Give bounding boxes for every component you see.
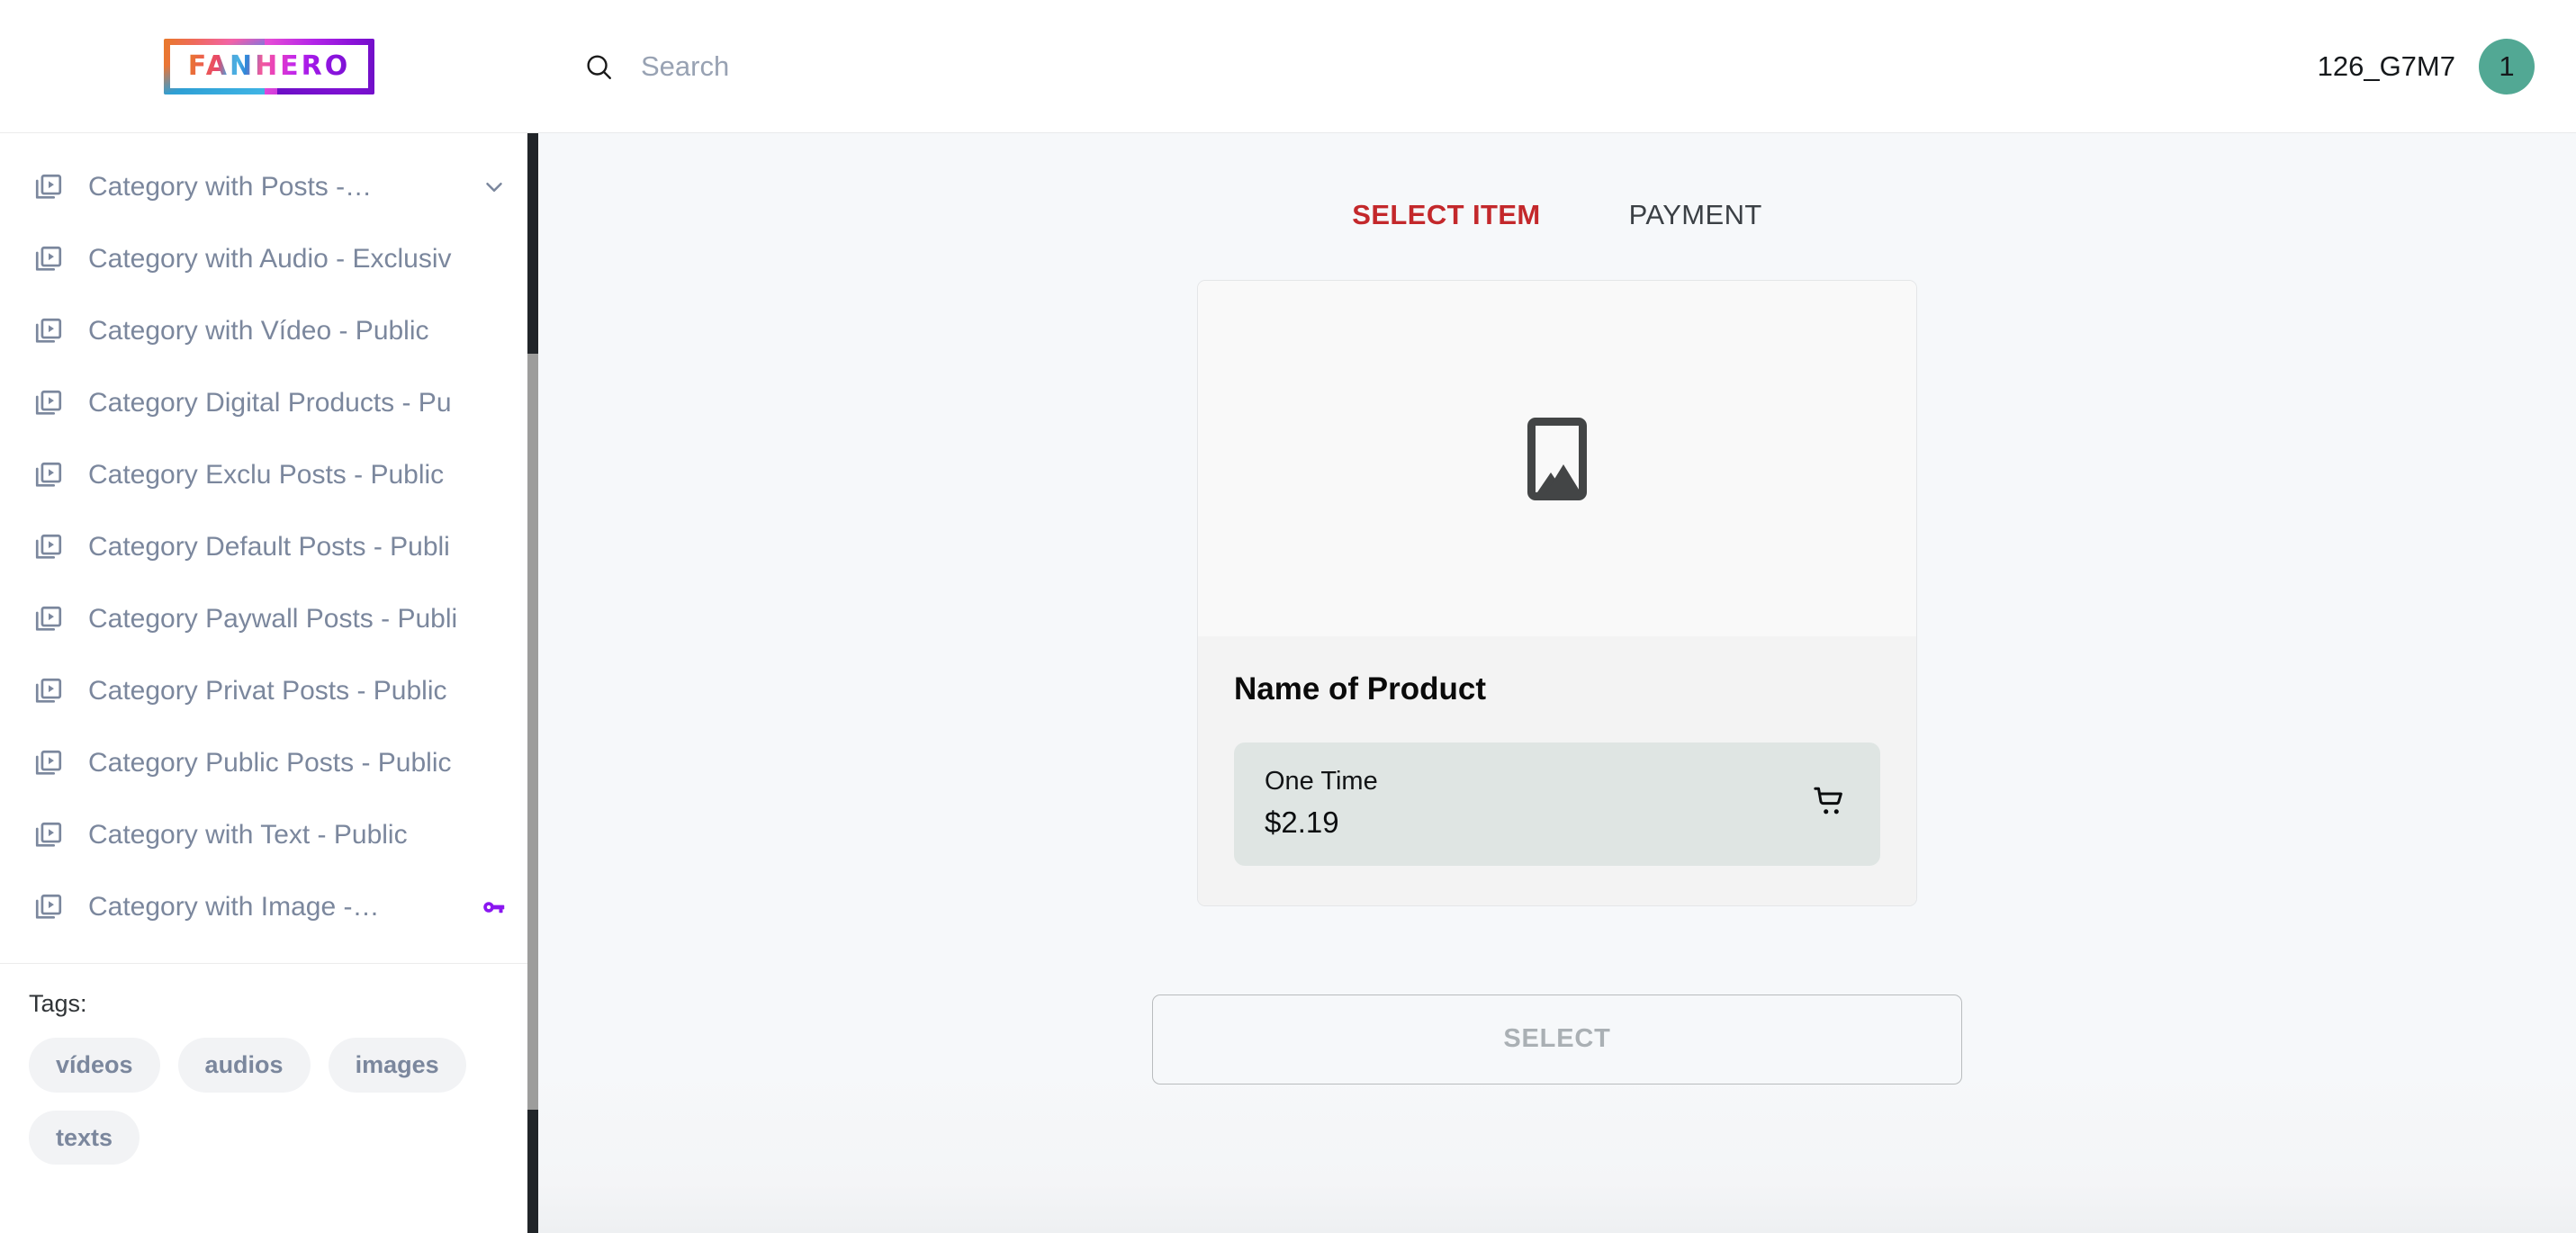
product-name: Name of Product: [1234, 671, 1487, 707]
sidebar: FANHERO Category with Posts -… Category …: [0, 0, 538, 1233]
tags-section: Tags: vídeos audios images texts: [0, 964, 538, 1166]
product-info: Name of Product One Time $2.19: [1198, 636, 1916, 905]
sidebar-item-label: Category with Text - Public: [88, 820, 408, 850]
price-value: $2.19: [1265, 805, 1339, 839]
video-library-icon: [29, 671, 68, 711]
sidebar-item-label: Category with Vídeo - Public: [88, 316, 429, 346]
sidebar-item-label: Category Public Posts - Public: [88, 748, 452, 778]
price-option-one-time[interactable]: One Time $2.19: [1234, 742, 1880, 866]
sidebar-item-label: Category Privat Posts - Public: [88, 676, 447, 706]
category-nav-list: Category with Posts -… Category with Aud…: [0, 133, 538, 943]
sidebar-item-category-with-audio[interactable]: Category with Audio - Exclusiv: [0, 223, 538, 295]
sidebar-item-category-paywall-posts[interactable]: Category Paywall Posts - Publi: [0, 583, 538, 655]
sidebar-scrollbar-track[interactable]: [527, 133, 538, 1233]
search-input[interactable]: [641, 50, 1271, 83]
video-library-icon: [29, 383, 68, 423]
sidebar-item-label: Category with Posts -…: [88, 172, 373, 202]
sidebar-item-label: Category with Image -…: [88, 892, 380, 922]
video-library-icon: [29, 455, 68, 495]
price-details: One Time $2.19: [1265, 766, 1378, 840]
sidebar-item-label: Category Exclu Posts - Public: [88, 460, 445, 490]
sidebar-item-category-default-posts[interactable]: Category Default Posts - Publi: [0, 511, 538, 583]
sidebar-item-label: Category Digital Products - Pu: [88, 388, 452, 418]
avatar[interactable]: 1: [2479, 38, 2535, 94]
sidebar-item-category-with-video[interactable]: Category with Vídeo - Public: [0, 295, 538, 367]
checkout-content: SELECT ITEM PAYMENT Name of Product One …: [538, 133, 2576, 1233]
sidebar-item-label: Category Paywall Posts - Publi: [88, 604, 458, 634]
logo-text: FANHERO: [187, 50, 351, 82]
user-name: 126_G7M7: [2317, 50, 2455, 82]
select-button[interactable]: SELECT: [1152, 994, 1962, 1084]
sidebar-item-category-exclu-posts[interactable]: Category Exclu Posts - Public: [0, 439, 538, 511]
tags-title: Tags:: [29, 990, 87, 1017]
tab-payment[interactable]: PAYMENT: [1629, 198, 1762, 231]
video-library-icon: [29, 311, 68, 351]
sidebar-scroll-area: Category with Posts -… Category with Aud…: [0, 133, 538, 1233]
video-library-icon: [29, 815, 68, 855]
tag-pill-audios[interactable]: audios: [177, 1038, 311, 1093]
sidebar-item-category-privat-posts[interactable]: Category Privat Posts - Public: [0, 655, 538, 727]
main-content: 126_G7M7 1 SELECT ITEM PAYMENT Name of P…: [538, 0, 2576, 1233]
sidebar-item-category-with-posts[interactable]: Category with Posts -…: [0, 151, 538, 223]
image-peak-right: [1546, 464, 1579, 492]
video-library-icon: [29, 527, 68, 567]
price-label: One Time: [1265, 767, 1378, 796]
tab-select-item[interactable]: SELECT ITEM: [1352, 198, 1540, 231]
product-card[interactable]: Name of Product One Time $2.19: [1197, 280, 1917, 906]
shopping-cart-icon[interactable]: [1812, 784, 1850, 822]
video-library-icon: [29, 167, 68, 207]
checkout-tabs: SELECT ITEM PAYMENT: [1352, 198, 1761, 231]
tags-list: vídeos audios images texts: [29, 1038, 497, 1166]
sidebar-item-category-digital-products[interactable]: Category Digital Products - Pu: [0, 367, 538, 439]
video-library-icon: [29, 239, 68, 279]
image-placeholder-icon: [1527, 417, 1587, 500]
search-icon: [583, 51, 614, 82]
tag-pill-images[interactable]: images: [328, 1038, 466, 1093]
sidebar-scrollbar-thumb[interactable]: [527, 354, 538, 1110]
sidebar-item-category-public-posts[interactable]: Category Public Posts - Public: [0, 727, 538, 799]
chevron-down-icon[interactable]: [481, 174, 508, 201]
sidebar-item-category-with-text[interactable]: Category with Text - Public: [0, 799, 538, 871]
fanhero-logo[interactable]: FANHERO: [164, 38, 374, 94]
user-menu[interactable]: 126_G7M7 1: [2317, 38, 2535, 94]
sidebar-item-label: Category Default Posts - Publi: [88, 532, 450, 562]
top-bar: 126_G7M7 1: [538, 0, 2576, 133]
logo-inner: FANHERO: [170, 44, 368, 88]
search-box[interactable]: [583, 50, 2318, 83]
video-library-icon: [29, 743, 68, 783]
sidebar-item-label: Category with Audio - Exclusiv: [88, 244, 452, 274]
app-root: FANHERO Category with Posts -… Category …: [0, 0, 2576, 1233]
key-icon: [481, 894, 508, 921]
video-library-icon: [29, 599, 68, 639]
video-library-icon: [29, 887, 68, 927]
tag-pill-texts[interactable]: texts: [29, 1110, 140, 1166]
tag-pill-videos[interactable]: vídeos: [29, 1038, 160, 1093]
sidebar-logo-area: FANHERO: [0, 0, 538, 133]
sidebar-item-category-with-image[interactable]: Category with Image -…: [0, 871, 538, 943]
product-image-area: [1198, 281, 1916, 637]
